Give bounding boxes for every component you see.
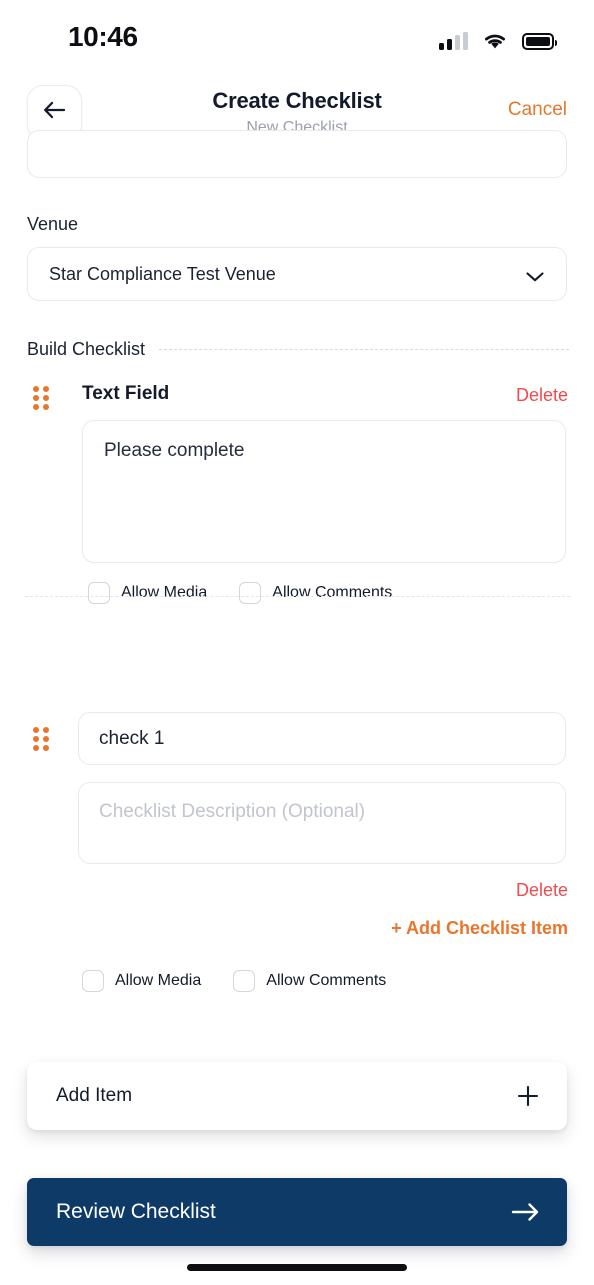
checklist-description-input[interactable]: Checklist Description (Optional) [78,782,566,864]
delete-block-button[interactable]: Delete [516,880,568,901]
allow-media-checkbox[interactable] [88,582,110,604]
status-bar: 10:46 [0,0,594,68]
arrow-right-icon [511,1201,541,1223]
block-options-row: Allow Media Allow Comments [82,970,386,992]
form-scroll-area: Venue Star Compliance Test Venue Build C… [0,130,594,1040]
plus-icon [517,1085,539,1107]
allow-media-label: Allow Media [121,584,208,601]
cellular-signal-icon [439,32,468,50]
page-title: Create Checklist [212,88,382,113]
status-time: 10:46 [68,21,138,52]
text-field-input[interactable]: Please complete [82,420,566,563]
review-checklist-label: Review Checklist [56,1200,216,1223]
divider [159,348,569,350]
delete-block-button[interactable]: Delete [516,385,568,406]
build-checklist-divider-row: Build Checklist [0,338,594,360]
block-options-row: Allow Media Allow Comments [88,582,392,604]
allow-media-label: Allow Media [115,972,202,989]
allow-media-checkbox[interactable] [82,970,104,992]
venue-label: Venue [27,214,79,234]
venue-select-value: Star Compliance Test Venue [49,263,276,284]
text-field-value: Please complete [104,440,245,461]
checklist-title-value: check 1 [99,727,165,749]
bottom-action-bar: Add Item Review Checklist [0,1040,594,1285]
arrow-left-icon [42,100,67,125]
wifi-icon [482,31,508,50]
add-item-label: Add Item [56,1085,133,1106]
status-icons [439,24,557,50]
allow-comments-checkbox[interactable] [239,582,262,604]
cancel-button[interactable]: Cancel [508,99,567,121]
chevron-down-icon [526,269,544,282]
allow-comments-label: Allow Comments [266,972,387,989]
block-title: Text Field [82,383,170,404]
checklist-description-placeholder: Checklist Description (Optional) [99,801,366,822]
allow-comments-label: Allow Comments [272,584,393,601]
home-indicator [187,1264,407,1271]
drag-handle-icon[interactable] [33,386,51,410]
drag-handle-icon[interactable] [33,727,51,751]
clipped-field-above[interactable] [27,130,567,178]
review-checklist-button[interactable]: Review Checklist [27,1178,567,1246]
allow-comments-checkbox[interactable] [233,970,256,992]
block-divider [25,596,570,597]
venue-select[interactable]: Star Compliance Test Venue [27,247,567,301]
build-checklist-label: Build Checklist [27,338,146,359]
phone-screen: 10:46 Create Checklist New Checklist Can… [0,0,594,1285]
add-item-button[interactable]: Add Item [27,1062,567,1130]
checklist-title-input[interactable]: check 1 [78,712,566,765]
add-checklist-item-button[interactable]: + Add Checklist Item [391,918,568,939]
battery-icon [522,33,557,50]
